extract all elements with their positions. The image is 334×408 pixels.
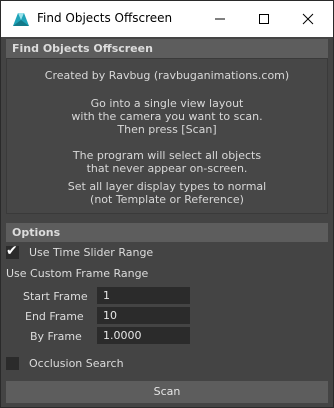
use-time-slider-checkbox[interactable]: ✔ bbox=[6, 243, 19, 259]
note-line: Set all layer display types to normal bbox=[67, 180, 267, 193]
instruction-line: Then press [Scan] bbox=[117, 123, 217, 136]
end-frame-input[interactable] bbox=[97, 307, 190, 324]
minimize-button[interactable] bbox=[197, 1, 243, 37]
close-button[interactable] bbox=[285, 1, 331, 37]
start-frame-label: Start Frame bbox=[23, 290, 88, 303]
maya-app-icon bbox=[12, 11, 30, 27]
find-objects-offscreen-window: Find Objects Offscreen Find Objects Offs… bbox=[0, 0, 334, 408]
end-frame-label: End Frame bbox=[25, 310, 84, 323]
use-time-slider-label: Use Time Slider Range bbox=[29, 246, 154, 259]
instruction-line: with the camera you want to scan. bbox=[71, 110, 263, 123]
options-section-header[interactable]: Options bbox=[6, 223, 328, 242]
scan-button[interactable]: Scan bbox=[6, 381, 328, 403]
use-time-slider-checkbox-row[interactable]: ✔ Use Time Slider Range bbox=[6, 243, 154, 259]
occlusion-search-checkbox-row[interactable]: Occlusion Search bbox=[6, 357, 124, 370]
window-title: Find Objects Offscreen bbox=[37, 11, 173, 25]
info-section-header[interactable]: Find Objects Offscreen bbox=[6, 39, 328, 58]
description-line: The program will select all objects bbox=[72, 149, 262, 162]
credit-text: Created by Ravbug (ravbuganimations.com) bbox=[44, 69, 290, 82]
by-frame-input[interactable] bbox=[97, 327, 190, 344]
start-frame-input[interactable] bbox=[97, 287, 190, 304]
checkmark-icon: ✔ bbox=[6, 243, 18, 259]
occlusion-search-label: Occlusion Search bbox=[29, 357, 124, 370]
custom-frame-range-label: Use Custom Frame Range bbox=[6, 267, 149, 280]
title-bar[interactable]: Find Objects Offscreen bbox=[1, 1, 333, 37]
description-line: that never appear on-screen. bbox=[86, 162, 248, 175]
by-frame-label: By Frame bbox=[30, 330, 82, 343]
info-panel: Created by Ravbug (ravbuganimations.com)… bbox=[6, 58, 328, 214]
instruction-line: Go into a single view layout bbox=[90, 97, 244, 110]
occlusion-search-checkbox[interactable] bbox=[6, 357, 19, 370]
note-line: (not Template or Reference) bbox=[90, 193, 244, 206]
maximize-button[interactable] bbox=[241, 1, 287, 37]
